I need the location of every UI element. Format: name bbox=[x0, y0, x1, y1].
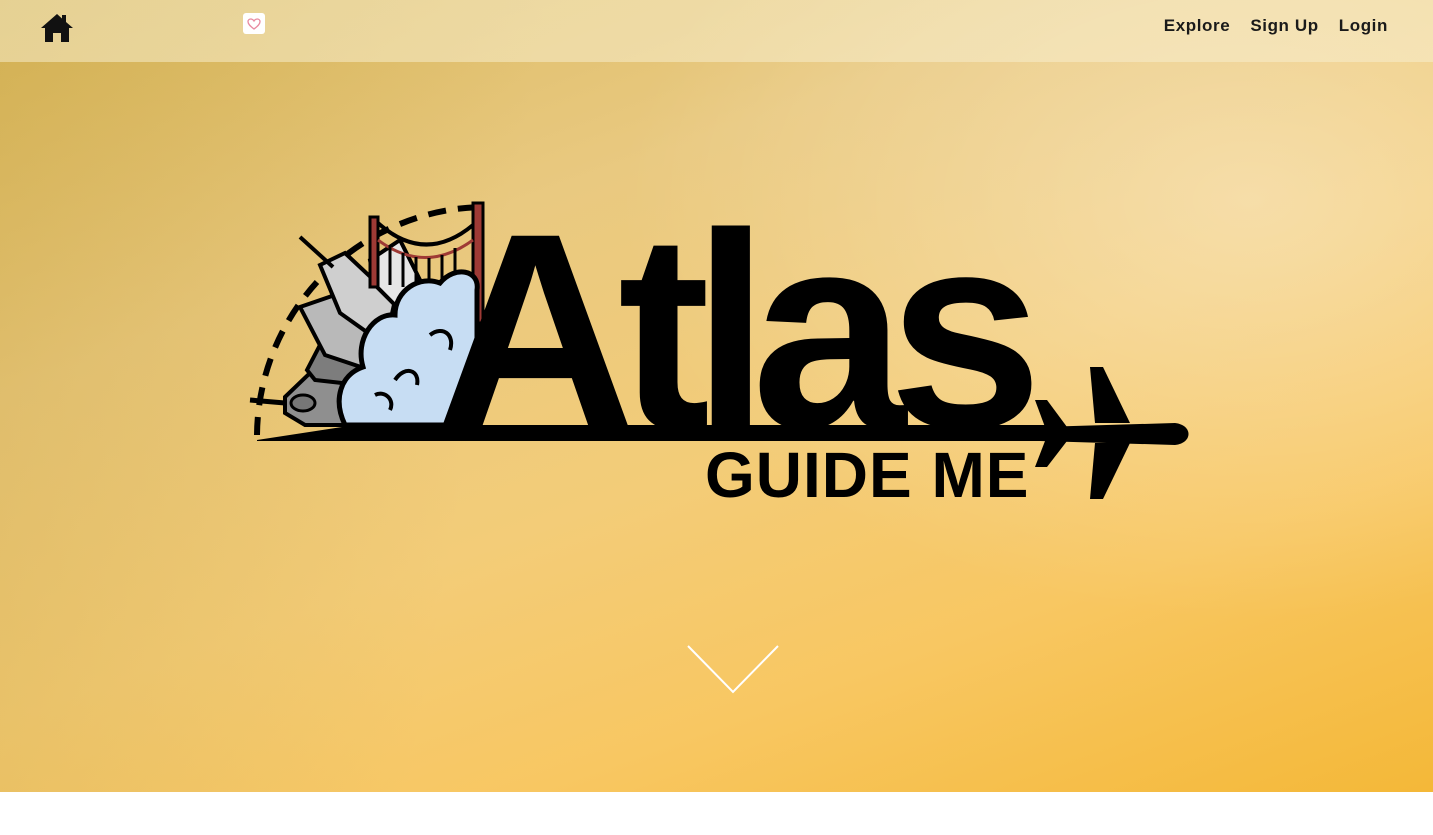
nav-signup-link[interactable]: Sign Up bbox=[1250, 15, 1318, 37]
logo-tagline: GUIDE ME bbox=[705, 439, 1029, 507]
airplane-icon bbox=[1035, 367, 1189, 499]
top-navbar: Explore Sign Up Login bbox=[0, 0, 1433, 62]
heart-icon[interactable] bbox=[243, 13, 265, 34]
nav-login-link[interactable]: Login bbox=[1339, 15, 1388, 37]
hero-section: Explore Sign Up Login Atlas GUIDE ME bbox=[0, 0, 1433, 792]
home-icon[interactable] bbox=[40, 12, 74, 44]
arc-tick bbox=[249, 397, 286, 406]
atlas-guide-me-logo: Atlas GUIDE ME bbox=[249, 195, 1189, 507]
chevron-down-icon[interactable] bbox=[685, 642, 781, 696]
nav-links: Explore Sign Up Login bbox=[1164, 15, 1388, 37]
nav-explore-link[interactable]: Explore bbox=[1164, 15, 1231, 37]
